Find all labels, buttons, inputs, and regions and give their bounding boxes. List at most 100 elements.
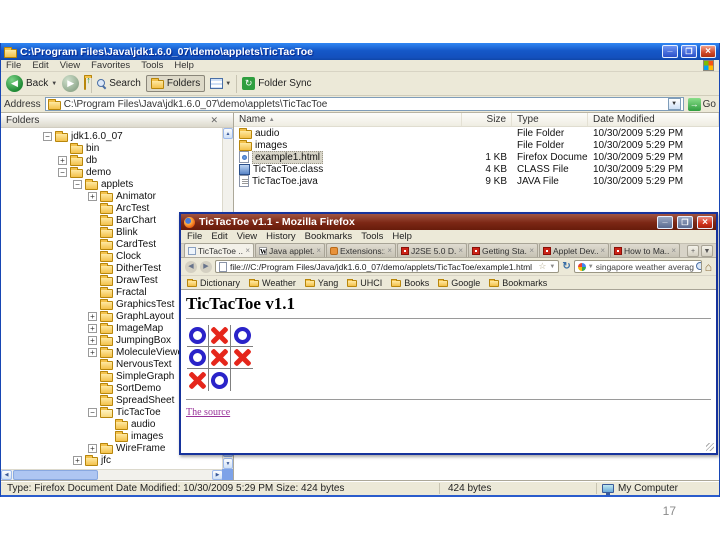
search-box[interactable]: ▼ singapore weather averag [573, 260, 702, 273]
scroll-up-button[interactable]: ▲ [223, 128, 233, 139]
tree-item-applets[interactable]: − applets [1, 178, 233, 190]
tree-item-jdk1-6-0-07[interactable]: − jdk1.6.0_07 [1, 130, 233, 142]
firefox-minimize-button[interactable] [657, 215, 673, 229]
firefox-menu-view[interactable]: View [237, 231, 257, 242]
tree-item-db[interactable]: + db [1, 154, 233, 166]
close-button[interactable] [700, 45, 716, 58]
file-row-tictactoe-class[interactable]: TicTacToe.class 4 KB CLASS File 10/30/2009 … [234, 163, 719, 175]
tree-item-jfc[interactable]: + jfc [1, 454, 233, 466]
column-header-date-modified[interactable]: Date Modified [588, 113, 719, 126]
tab-how-to-ma[interactable]: How to Ma... × [610, 243, 680, 257]
go-button[interactable]: → Go [687, 97, 716, 111]
expand-toggle-icon[interactable]: + [88, 335, 97, 345]
tab-close-icon[interactable]: × [529, 246, 534, 255]
expand-toggle-icon[interactable]: + [88, 311, 97, 321]
expand-toggle-icon[interactable]: + [88, 443, 97, 453]
reload-button[interactable]: ↻ [562, 261, 570, 272]
horizontal-scroll-thumb[interactable] [13, 470, 98, 480]
views-button[interactable]: ▼ [210, 78, 231, 89]
tree-item-animator[interactable]: + Animator [1, 190, 233, 202]
expand-toggle-icon[interactable]: + [58, 155, 67, 165]
column-header-name[interactable]: Name ▲ [234, 113, 462, 126]
explorer-menu-file[interactable]: File [6, 60, 21, 71]
expand-toggle-icon[interactable]: + [88, 191, 97, 201]
tree-item-bin[interactable]: bin [1, 142, 233, 154]
tab-close-icon[interactable]: × [245, 246, 250, 255]
source-link[interactable]: The source [186, 407, 230, 418]
bookmark-google[interactable]: Google [438, 278, 480, 288]
minimize-button[interactable] [662, 45, 678, 58]
tab-close-icon[interactable]: × [458, 246, 463, 255]
firefox-menu-bookmarks[interactable]: Bookmarks [305, 231, 353, 242]
folder-sync-button[interactable]: ↻ Folder Sync [242, 77, 312, 90]
new-tab-button[interactable]: + [687, 245, 699, 257]
board-cell-0-1[interactable] [209, 325, 231, 347]
firefox-menu-history[interactable]: History [266, 231, 296, 242]
collapse-toggle-icon[interactable]: − [43, 131, 52, 141]
firefox-menu-help[interactable]: Help [392, 231, 412, 242]
tab-applet-dev[interactable]: Applet Dev... × [539, 243, 609, 257]
expand-toggle-icon[interactable]: + [73, 455, 82, 465]
folders-button[interactable]: Folders [145, 75, 206, 92]
bookmark-books[interactable]: Books [391, 278, 429, 288]
tab-list-button[interactable]: ▼ [701, 245, 713, 257]
bookmark-dictionary[interactable]: Dictionary [187, 278, 240, 288]
file-row-example1-html[interactable]: example1.html 1 KB Firefox Document 10/30/2… [234, 150, 719, 164]
tab-close-icon[interactable]: × [600, 246, 605, 255]
board-cell-2-1[interactable] [209, 369, 231, 391]
column-header-type[interactable]: Type [512, 113, 588, 126]
tab-extensions-1[interactable]: Extensions:1...× [326, 243, 396, 257]
file-row-images[interactable]: images File Folder 10/30/2009 5:29 PM [234, 139, 719, 151]
scroll-down-button[interactable]: ▼ [223, 458, 233, 469]
firefox-menu-file[interactable]: File [187, 231, 202, 242]
board-cell-2-2[interactable] [231, 369, 253, 391]
back-button[interactable]: ◀ Back ▼ [6, 75, 57, 92]
explorer-menu-favorites[interactable]: Favorites [91, 60, 130, 71]
tab-close-icon[interactable]: × [671, 246, 676, 255]
tab-tictactoe[interactable]: TicTacToe ... × [184, 243, 254, 257]
explorer-menu-help[interactable]: Help [174, 60, 194, 71]
url-bar[interactable]: file:///C:/Program Files/Java/jdk1.6.0_0… [215, 260, 560, 273]
file-row-audio[interactable]: audio File Folder 10/30/2009 5:29 PM [234, 127, 719, 139]
tree-horizontal-scrollbar[interactable]: ◀ ▶ [1, 469, 223, 480]
explorer-menu-edit[interactable]: Edit [32, 60, 48, 71]
firefox-menu-edit[interactable]: Edit [211, 231, 227, 242]
tab-close-icon[interactable]: × [387, 246, 392, 255]
tree-item-demo[interactable]: − demo [1, 166, 233, 178]
board-cell-0-0[interactable] [187, 325, 209, 347]
firefox-maximize-button[interactable] [677, 215, 693, 229]
address-input[interactable]: C:\Program Files\Java\jdk1.6.0_07\demo\a… [44, 97, 684, 111]
board-cell-1-1[interactable] [209, 347, 231, 369]
bookmark-yang[interactable]: Yang [304, 278, 338, 288]
bookmark-uhci[interactable]: UHCI [347, 278, 382, 288]
collapse-toggle-icon[interactable]: − [58, 167, 67, 177]
board-cell-1-0[interactable] [187, 347, 209, 369]
home-button[interactable]: ⌂ [705, 261, 712, 273]
bookmark-bookmarks[interactable]: Bookmarks [489, 278, 547, 288]
tab-getting-sta[interactable]: Getting Sta... × [468, 243, 538, 257]
explorer-menu-tools[interactable]: Tools [141, 60, 163, 71]
tab-java-applet[interactable]: Java applet...× [255, 243, 325, 257]
resize-grip[interactable] [706, 443, 714, 451]
collapse-toggle-icon[interactable]: − [88, 407, 97, 417]
expand-toggle-icon[interactable]: + [88, 323, 97, 333]
column-header-size[interactable]: Size [462, 113, 512, 126]
bookmark-weather[interactable]: Weather [249, 278, 296, 288]
search-engine-dropdown-icon[interactable]: ▼ [588, 264, 594, 270]
scroll-left-button[interactable]: ◀ [1, 470, 12, 480]
bookmark-star-icon[interactable]: ☆ [538, 261, 546, 272]
board-cell-2-0[interactable] [187, 369, 209, 391]
nav-forward-button[interactable]: ▶ [200, 260, 212, 273]
search-button[interactable]: Search [97, 78, 141, 89]
url-dropdown-icon[interactable]: ▼ [549, 264, 555, 270]
board-cell-1-2[interactable] [231, 347, 253, 369]
search-go-icon[interactable] [696, 262, 701, 271]
tab-j2se-5-0-d[interactable]: J2SE 5.0 D... × [397, 243, 467, 257]
forward-button[interactable]: ▶ [62, 75, 80, 92]
firefox-menu-tools[interactable]: Tools [361, 231, 383, 242]
expand-toggle-icon[interactable]: + [88, 347, 97, 357]
nav-back-button[interactable]: ◀ [185, 260, 197, 273]
maximize-button[interactable] [681, 45, 697, 58]
explorer-menu-view[interactable]: View [60, 60, 80, 71]
board-cell-0-2[interactable] [231, 325, 253, 347]
